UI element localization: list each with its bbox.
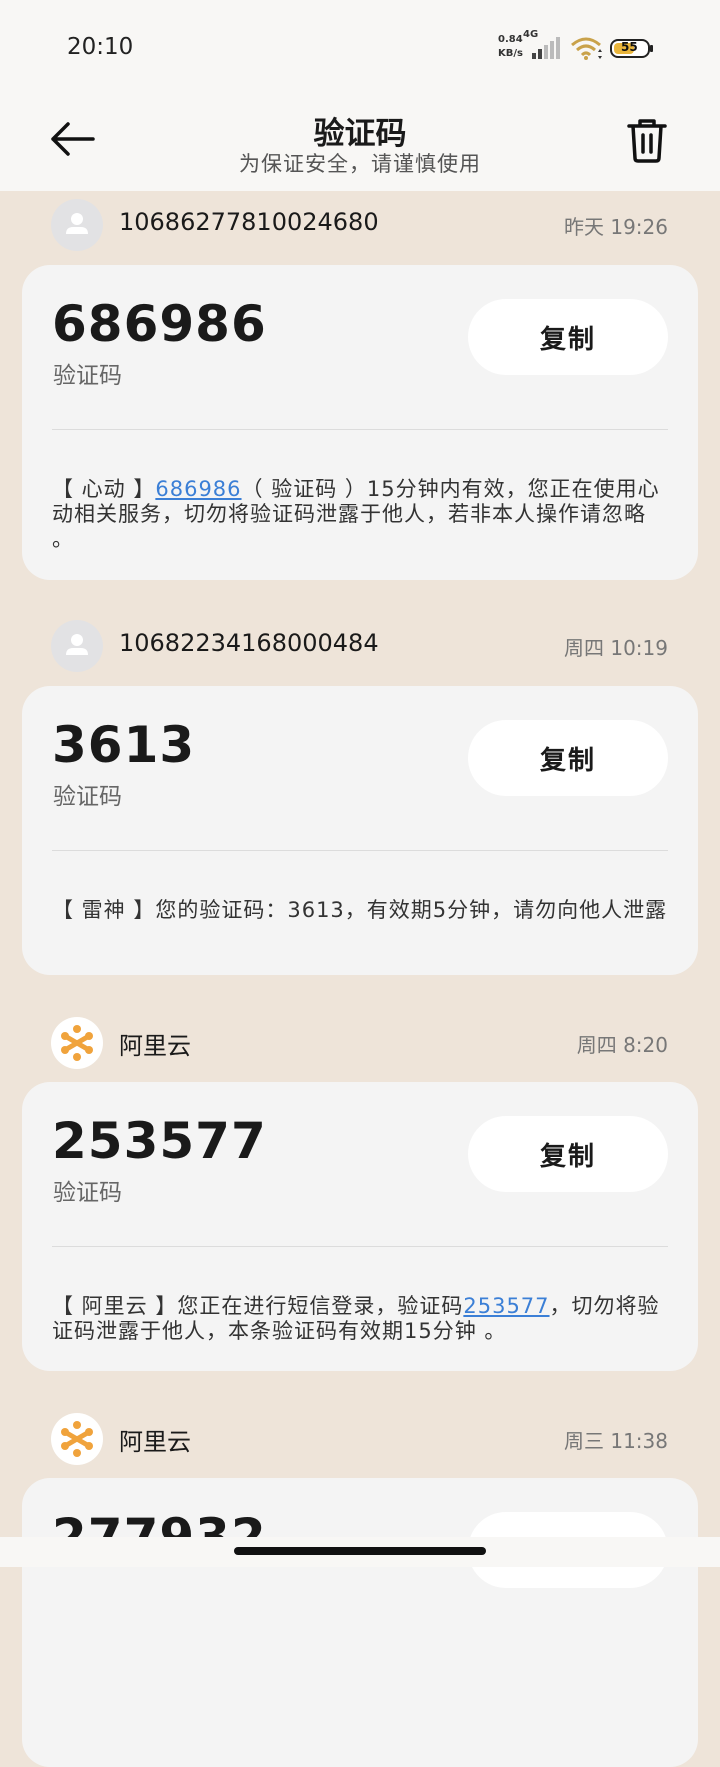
sender-name: 10686277810024680 [119, 208, 379, 236]
sender-row: 阿里云 周四 8:20 [0, 1012, 720, 1072]
divider [52, 850, 668, 851]
message-text: 【 雷神 】您的验证码：3613，有效期5分钟，请勿向他人泄露 [52, 898, 668, 922]
aliyun-logo-icon [51, 1017, 103, 1069]
verification-code: 3613 [52, 716, 196, 774]
sender-name: 阿里云 [119, 1032, 191, 1060]
message-time: 周四 10:19 [564, 636, 668, 660]
network-speed: 0.84 KB/s [498, 33, 523, 61]
message-body: 【 雷神 】您的验证码：3613，有效期5分钟，请勿向他人泄露 [52, 898, 668, 923]
divider [52, 429, 668, 430]
verification-card: 277932 [22, 1478, 698, 1767]
trash-icon[interactable] [624, 116, 670, 164]
message-time: 周四 8:20 [576, 1033, 668, 1057]
network-speed-unit: KB/s [498, 48, 523, 59]
battery-icon: 55 [610, 39, 654, 58]
copy-button[interactable]: 复制 [468, 299, 668, 375]
sender-row: 阿里云 周三 11:38 [0, 1408, 720, 1468]
code-label: 验证码 [53, 363, 122, 389]
verification-card: 686986 验证码 复制 【 心动 】686986（ 验证码 ）15分钟内有效… [22, 265, 698, 580]
code-label: 验证码 [53, 784, 122, 810]
home-indicator[interactable] [234, 1547, 486, 1555]
copy-button[interactable]: 复制 [468, 1116, 668, 1192]
signal-icon [532, 37, 560, 59]
battery-level: 55 [621, 40, 638, 54]
verification-card: 3613 验证码 复制 【 雷神 】您的验证码：3613，有效期5分钟，请勿向他… [22, 686, 698, 975]
wifi-icon [571, 37, 602, 60]
default-avatar-icon [51, 199, 103, 251]
verification-card: 253577 验证码 复制 【 阿里云 】您正在进行短信登录，验证码253577… [22, 1082, 698, 1371]
aliyun-logo-icon [51, 1413, 103, 1465]
sender-name: 阿里云 [119, 1428, 191, 1456]
code-link[interactable]: 686986 [155, 477, 241, 501]
sender-name: 10682234168000484 [119, 629, 379, 657]
copy-button[interactable]: 复制 [468, 720, 668, 796]
verification-code: 686986 [52, 295, 267, 353]
verification-code: 253577 [52, 1112, 267, 1170]
network-speed-value: 0.84 [498, 34, 523, 45]
message-time: 昨天 19:26 [564, 215, 668, 239]
message-text: 【 心动 】 [52, 477, 156, 501]
status-time: 20:10 [67, 34, 134, 60]
page-subtitle: 为保证安全，请谨慎使用 [239, 152, 481, 176]
message-body: 【 心动 】686986（ 验证码 ）15分钟内有效，您正在使用心动相关服务，切… [52, 477, 668, 552]
divider [52, 1246, 668, 1247]
message-body: 【 阿里云 】您正在进行短信登录，验证码253577，切勿将验证码泄露于他人，本… [52, 1294, 668, 1344]
code-label: 验证码 [53, 1180, 122, 1206]
sender-row: 10682234168000484 周四 10:19 [0, 615, 720, 675]
message-time: 周三 11:38 [564, 1429, 668, 1453]
default-avatar-icon [51, 620, 103, 672]
sender-row: 10686277810024680 昨天 19:26 [0, 194, 720, 254]
code-link[interactable]: 253577 [463, 1294, 549, 1318]
message-text: 【 阿里云 】您正在进行短信登录，验证码 [52, 1294, 464, 1318]
top-bar: 20:10 0.84 KB/s 4G 55 验证码 为保证安全，请谨慎使用 [0, 0, 720, 191]
page-title: 验证码 [313, 116, 407, 152]
